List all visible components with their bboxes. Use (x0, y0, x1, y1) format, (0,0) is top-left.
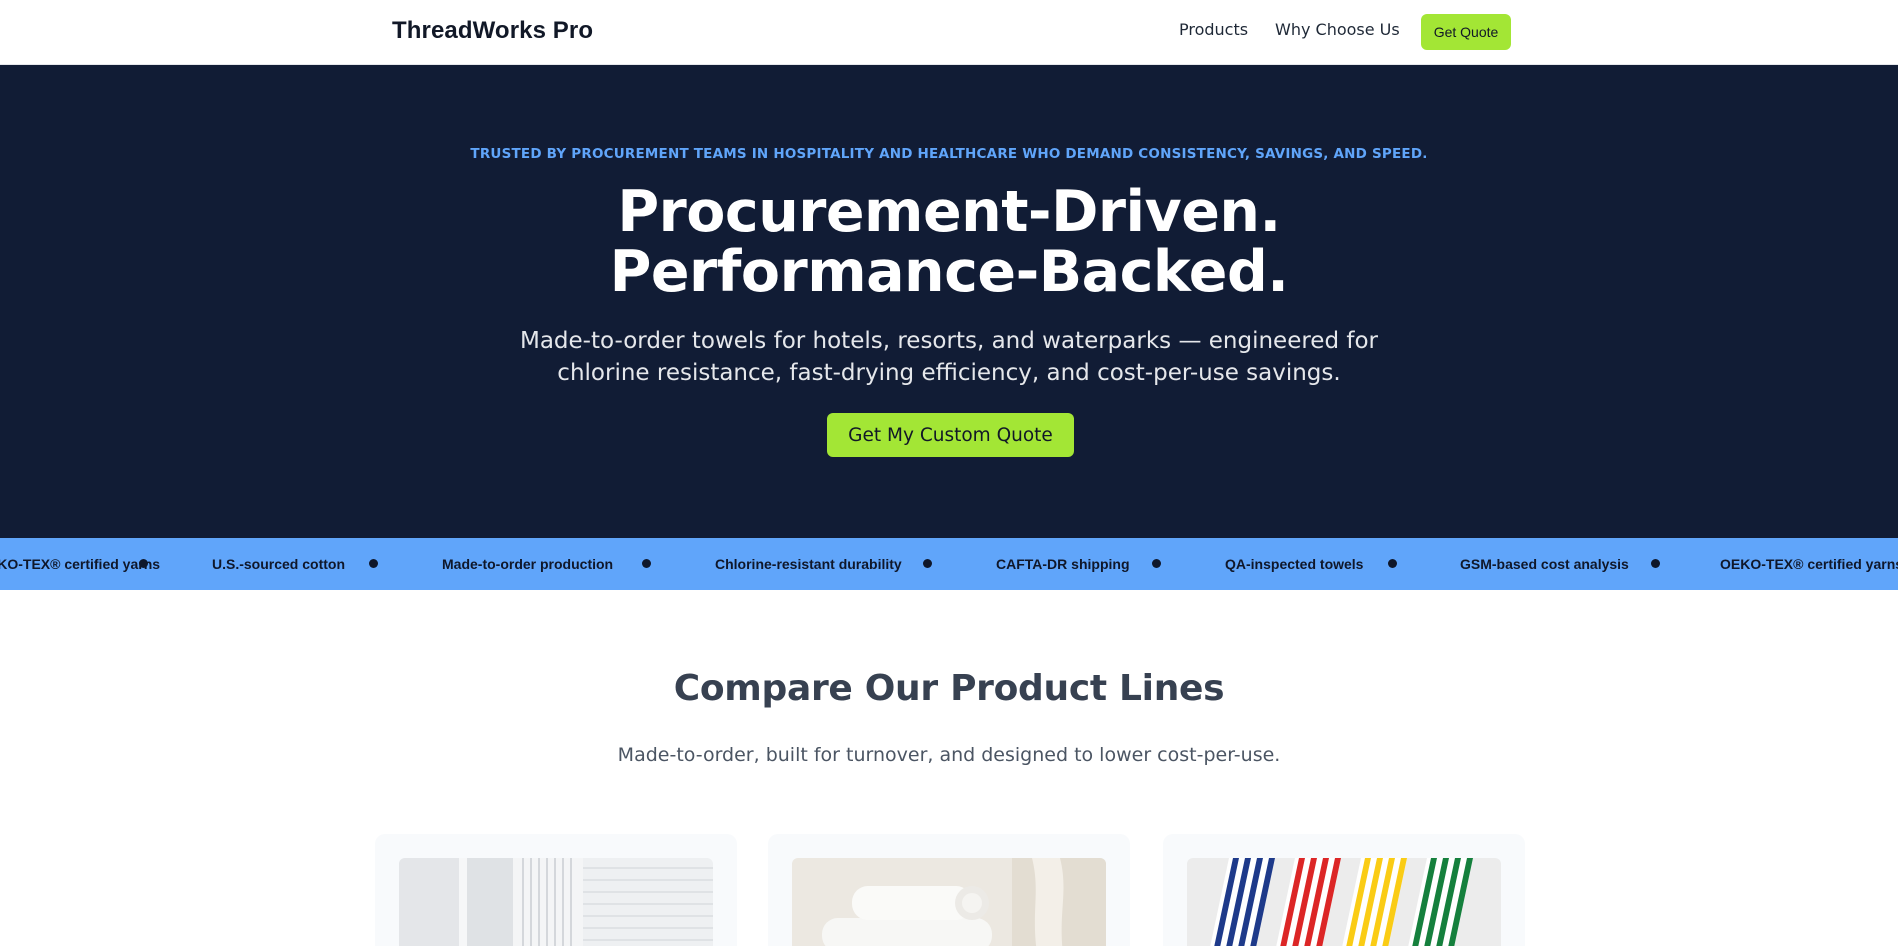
bullet-dot-icon (139, 559, 148, 568)
product-image-striped-beach-towels (1187, 858, 1501, 946)
bullet-dot-icon (1388, 559, 1397, 568)
bullet-dot-icon (1651, 559, 1660, 568)
marquee-item: Chlorine-resistant durability (715, 556, 902, 572)
marquee-item: CAFTA-DR shipping (996, 556, 1130, 572)
section-subtitle: Made-to-order, built for turnover, and d… (617, 744, 1281, 766)
marquee-item: QA-inspected towels (1225, 556, 1364, 572)
marquee-item: U.S.-sourced cotton (212, 556, 346, 572)
hero-title: Procurement-Driven. Performance-Backed. (0, 182, 1898, 302)
marquee-item: GSM-based cost analysis (1460, 556, 1629, 572)
product-card-cabana-stripe-towels[interactable] (1163, 834, 1525, 946)
hero-title-line-2: Performance-Backed. (609, 239, 1289, 305)
site-header: ThreadWorks Pro Products Why Choose Us G… (0, 0, 1898, 65)
product-card-white-towels[interactable] (375, 834, 737, 946)
bullet-dot-icon (642, 559, 651, 568)
section-title: Compare Our Product Lines (673, 668, 1225, 709)
bullet-dot-icon (369, 559, 378, 568)
hero-eyebrow: TRUSTED BY PROCUREMENT TEAMS IN HOSPITAL… (470, 146, 1428, 162)
hero-title-line-1: Procurement-Driven. (617, 179, 1281, 245)
custom-quote-button[interactable]: Get My Custom Quote (827, 413, 1074, 457)
nav-why-choose-us-link[interactable]: Why Choose Us (1275, 20, 1400, 39)
bullet-dot-icon (1152, 559, 1161, 568)
marquee-item: OEKO-TEX® certified yarns (0, 556, 160, 572)
product-card-spa-towels[interactable] (768, 834, 1130, 946)
product-image-white-striped-towels (399, 858, 713, 946)
brand-logo[interactable]: ThreadWorks Pro (392, 17, 593, 45)
marquee-item: Made-to-order production (442, 556, 614, 572)
bullet-dot-icon (923, 559, 932, 568)
marquee-item: OEKO-TEX® certified yarns (1720, 556, 1898, 572)
hero-section: TRUSTED BY PROCUREMENT TEAMS IN HOSPITAL… (0, 65, 1898, 538)
hero-subtitle: Made-to-order towels for hotels, resorts… (519, 328, 1378, 386)
features-marquee: OEKO-TEX® certified yarns U.S.-sourced c… (0, 538, 1898, 590)
product-image-stacked-white-towels (792, 858, 1106, 946)
get-quote-button[interactable]: Get Quote (1421, 14, 1511, 50)
nav-products-link[interactable]: Products (1179, 20, 1248, 39)
